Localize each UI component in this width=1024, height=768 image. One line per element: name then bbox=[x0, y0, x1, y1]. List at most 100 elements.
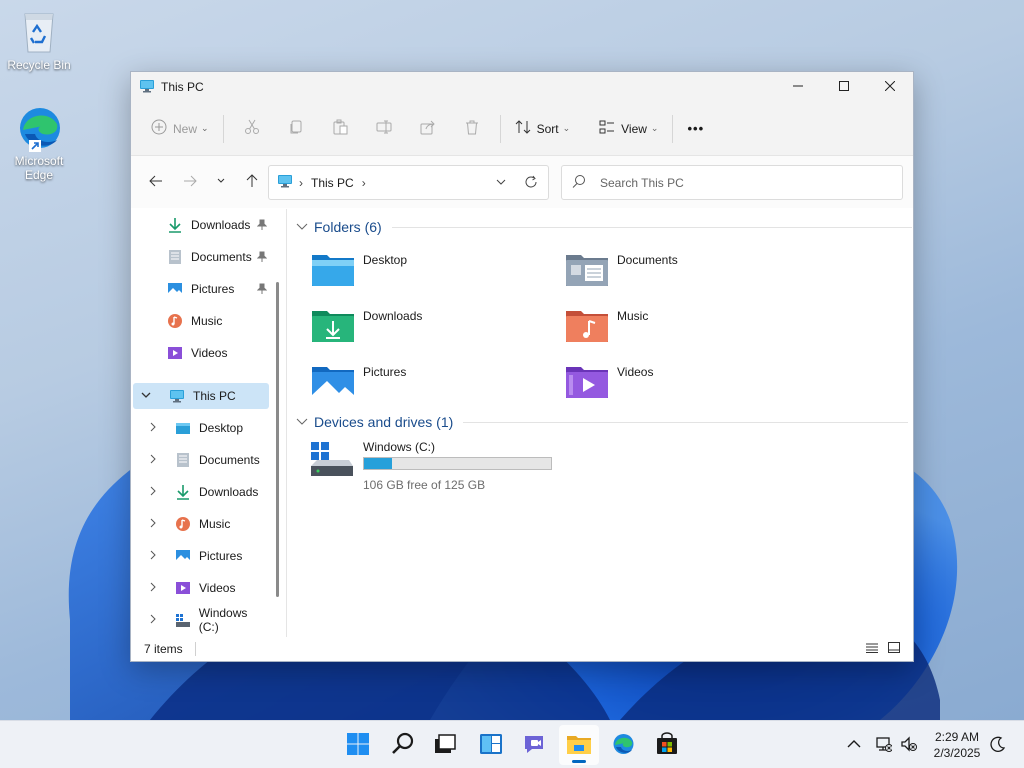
nav-item-videos[interactable]: Videos bbox=[133, 340, 269, 366]
videos-icon bbox=[167, 345, 183, 361]
folders-group-title: Folders (6) bbox=[314, 219, 382, 235]
sort-button[interactable]: Sort ⌄ bbox=[507, 112, 579, 146]
window-title: This PC bbox=[161, 80, 204, 94]
desktop-icon-label: Recycle Bin bbox=[7, 58, 71, 72]
maximize-button[interactable] bbox=[821, 72, 867, 102]
nav-item-music[interactable]: Music bbox=[133, 308, 269, 334]
minimize-button[interactable] bbox=[775, 72, 821, 102]
rename-button[interactable] bbox=[369, 112, 399, 146]
folder-music[interactable]: Music bbox=[565, 307, 648, 343]
large-icons-view-button[interactable] bbox=[883, 641, 905, 657]
title-bar[interactable]: This PC bbox=[131, 72, 913, 102]
network-status-button[interactable] bbox=[871, 721, 895, 768]
close-button[interactable] bbox=[867, 72, 913, 102]
nav-item-desktop[interactable]: Desktop bbox=[133, 415, 269, 441]
more-options-button[interactable]: ••• bbox=[679, 112, 712, 146]
chevron-down-icon[interactable] bbox=[296, 414, 308, 430]
delete-button[interactable] bbox=[457, 112, 487, 146]
taskbar-edge-button[interactable] bbox=[603, 725, 643, 765]
drive-windows-c[interactable]: Windows (C:) 106 GB free of 125 GB bbox=[311, 440, 552, 492]
nav-item-pictures[interactable]: Pictures bbox=[133, 276, 269, 302]
nav-item-windows-c[interactable]: Windows (C:) bbox=[133, 606, 269, 634]
folder-desktop[interactable]: Desktop bbox=[311, 251, 407, 287]
drives-group-title: Devices and drives (1) bbox=[314, 414, 454, 430]
chevron-right-icon[interactable] bbox=[149, 485, 161, 499]
back-button[interactable] bbox=[139, 167, 173, 197]
nav-item-videos[interactable]: Videos bbox=[133, 575, 269, 601]
chevron-right-icon[interactable] bbox=[149, 549, 161, 563]
toolbar-divider bbox=[499, 114, 501, 143]
breadcrumb-separator[interactable]: › bbox=[362, 176, 366, 190]
nav-item-pictures[interactable]: Pictures bbox=[133, 543, 269, 569]
details-view-button[interactable] bbox=[861, 641, 883, 657]
nav-item-music[interactable]: Music bbox=[133, 511, 269, 537]
desktop-icon-edge[interactable]: Microsoft Edge bbox=[1, 104, 77, 182]
edge-icon bbox=[15, 104, 63, 152]
forward-button[interactable] bbox=[173, 167, 207, 197]
nav-item-label: Documents bbox=[199, 453, 260, 467]
up-button[interactable] bbox=[235, 167, 269, 197]
music-folder-icon bbox=[565, 307, 609, 343]
address-bar[interactable]: › This PC › bbox=[268, 165, 549, 200]
chevron-right-icon[interactable] bbox=[149, 453, 161, 467]
clock-date: 2/3/2025 bbox=[933, 746, 981, 760]
taskbar-file-explorer-button[interactable] bbox=[559, 725, 599, 765]
taskbar-store-button[interactable] bbox=[647, 725, 687, 765]
drive-usage-bar bbox=[363, 457, 552, 470]
search-icon bbox=[391, 732, 415, 759]
nav-item-documents[interactable]: Documents bbox=[133, 244, 269, 270]
windows-start-icon bbox=[346, 732, 370, 759]
chevron-down-icon[interactable] bbox=[141, 389, 155, 403]
minimize-icon bbox=[793, 80, 803, 94]
chevron-down-icon[interactable] bbox=[296, 219, 308, 235]
nav-item-documents[interactable]: Documents bbox=[133, 447, 269, 473]
computer-icon bbox=[139, 78, 155, 97]
chevron-right-icon[interactable] bbox=[149, 421, 161, 435]
taskbar-widgets-button[interactable] bbox=[471, 725, 511, 765]
nav-item-label: Documents bbox=[191, 250, 252, 264]
chevron-right-icon[interactable] bbox=[149, 517, 161, 531]
nav-item-downloads[interactable]: Downloads bbox=[133, 479, 269, 505]
address-dropdown-icon[interactable] bbox=[496, 176, 506, 190]
folder-pictures[interactable]: Pictures bbox=[311, 363, 406, 399]
view-button[interactable]: View ⌄ bbox=[591, 112, 666, 146]
search-placeholder: Search This PC bbox=[600, 175, 684, 190]
breadcrumb-this-pc[interactable]: This PC bbox=[311, 176, 354, 190]
computer-icon bbox=[169, 388, 185, 404]
folder-videos[interactable]: Videos bbox=[565, 363, 653, 399]
paste-button[interactable] bbox=[325, 112, 355, 146]
pane-splitter[interactable] bbox=[286, 209, 287, 639]
recent-locations-button[interactable] bbox=[207, 167, 235, 197]
taskbar-search-button[interactable] bbox=[383, 725, 423, 765]
item-count: 7 items bbox=[144, 642, 183, 656]
nav-pane-scrollbar[interactable] bbox=[276, 282, 279, 597]
search-box[interactable]: Search This PC bbox=[561, 165, 903, 200]
folders-group-header[interactable]: Folders (6) bbox=[296, 219, 912, 235]
clipboard-icon bbox=[332, 119, 348, 138]
refresh-icon[interactable] bbox=[524, 175, 538, 192]
desktop-folder-icon bbox=[311, 251, 355, 287]
folder-downloads[interactable]: Downloads bbox=[311, 307, 422, 343]
drives-group-header[interactable]: Devices and drives (1) bbox=[296, 414, 909, 430]
nav-item-label: Pictures bbox=[199, 549, 243, 563]
cut-button[interactable] bbox=[237, 112, 267, 146]
network-icon bbox=[874, 736, 893, 755]
show-hidden-icons-button[interactable] bbox=[842, 721, 866, 768]
taskbar-chat-button[interactable] bbox=[514, 725, 554, 765]
taskbar-task-view-button[interactable] bbox=[425, 725, 465, 765]
nav-item-label: Desktop bbox=[199, 421, 244, 435]
nav-item-downloads[interactable]: Downloads bbox=[133, 212, 269, 238]
folder-documents[interactable]: Documents bbox=[565, 251, 678, 287]
taskbar-clock[interactable]: 2:29 AM 2/3/2025 bbox=[922, 729, 992, 761]
new-button[interactable]: New ⌄ bbox=[143, 112, 217, 146]
taskbar-start-button[interactable] bbox=[338, 725, 378, 765]
notifications-button[interactable] bbox=[986, 721, 1010, 768]
volume-button[interactable] bbox=[897, 721, 921, 768]
desktop-icon-recycle-bin[interactable]: Recycle Bin bbox=[1, 8, 77, 72]
share-button[interactable] bbox=[413, 112, 443, 146]
chevron-right-icon[interactable] bbox=[149, 613, 161, 627]
chevron-right-icon[interactable] bbox=[149, 581, 161, 595]
breadcrumb-separator[interactable]: › bbox=[299, 176, 303, 190]
nav-item-this-pc[interactable]: This PC bbox=[133, 383, 269, 409]
copy-button[interactable] bbox=[281, 112, 311, 146]
